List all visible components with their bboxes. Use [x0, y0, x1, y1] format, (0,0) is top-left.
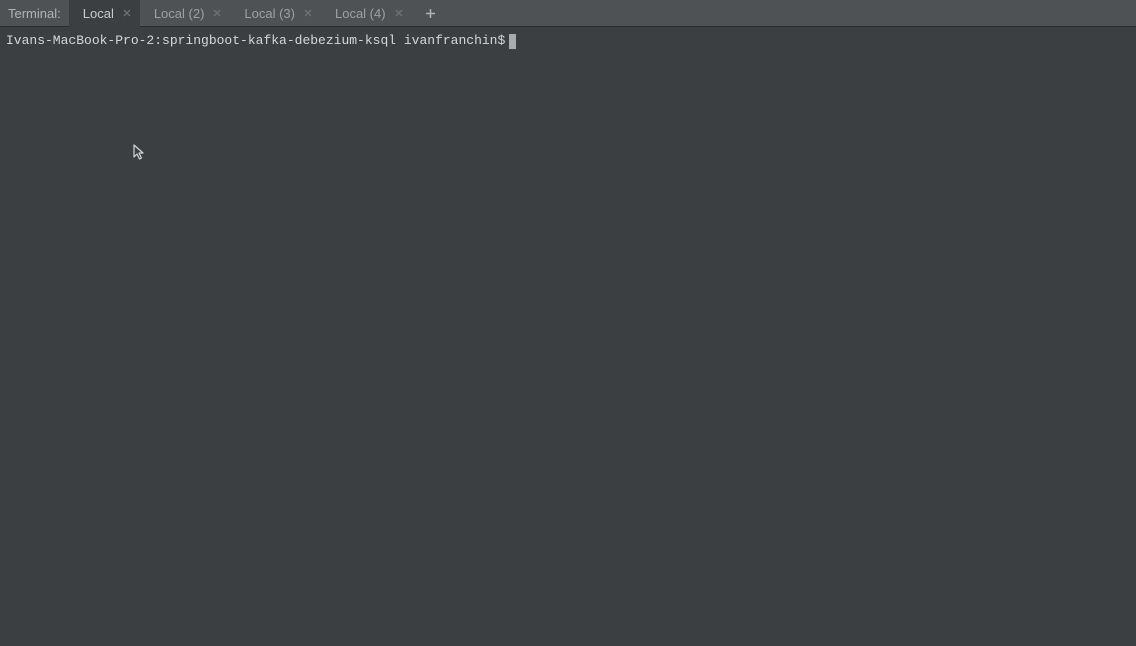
- tab-label: Local (3): [244, 6, 295, 21]
- terminal-label: Terminal:: [0, 0, 69, 26]
- add-tab-button[interactable]: [418, 0, 444, 26]
- terminal-cursor: [509, 34, 516, 49]
- tab-label: Local (4): [335, 6, 386, 21]
- prompt-line: Ivans-MacBook-Pro-2:springboot-kafka-deb…: [6, 32, 1130, 50]
- terminal-content[interactable]: Ivans-MacBook-Pro-2:springboot-kafka-deb…: [0, 27, 1136, 646]
- close-icon[interactable]: [394, 8, 404, 18]
- tab-local-2[interactable]: Local (2): [140, 0, 231, 26]
- tab-label: Local (2): [154, 6, 205, 21]
- close-icon[interactable]: [212, 8, 222, 18]
- close-icon[interactable]: [122, 8, 132, 18]
- terminal-tab-bar: Terminal: Local Local (2) Local (3) Loca…: [0, 0, 1136, 27]
- tab-label: Local: [83, 6, 114, 21]
- tab-local-4[interactable]: Local (4): [321, 0, 412, 26]
- prompt-text: Ivans-MacBook-Pro-2:springboot-kafka-deb…: [6, 32, 505, 50]
- close-icon[interactable]: [303, 8, 313, 18]
- tab-local-1[interactable]: Local: [69, 0, 140, 26]
- tab-local-3[interactable]: Local (3): [230, 0, 321, 26]
